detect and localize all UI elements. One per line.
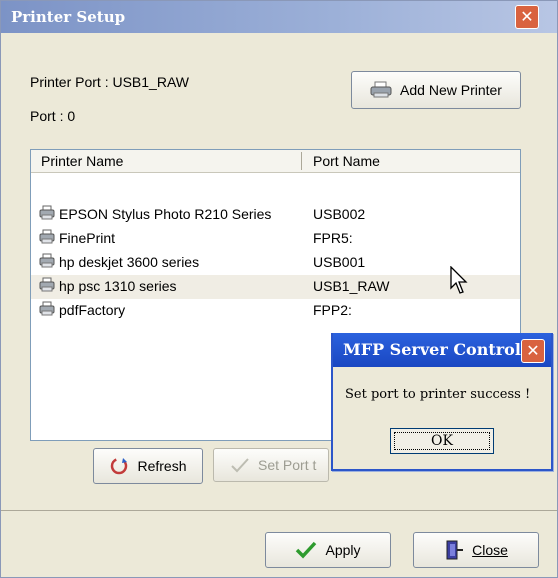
- port-name-cell: FPP2:: [313, 302, 352, 318]
- mouse-pointer-icon: [450, 266, 468, 294]
- printer-name-cell: EPSON Stylus Photo R210 Series: [59, 206, 272, 222]
- ok-button[interactable]: OK: [390, 428, 494, 454]
- printer-icon: [39, 205, 55, 220]
- printer-port-label: Printer Port : USB1_RAW: [30, 74, 189, 90]
- title-bar[interactable]: Printer Setup ✕: [1, 1, 557, 33]
- divider: [1, 510, 557, 511]
- set-port-button[interactable]: Set Port t: [213, 448, 329, 482]
- printer-icon: [39, 229, 55, 244]
- set-port-label: Set Port t: [258, 457, 317, 473]
- table-row[interactable]: hp psc 1310 series USB1_RAW: [31, 275, 520, 299]
- apply-button[interactable]: Apply: [265, 532, 391, 568]
- table-row[interactable]: hp deskjet 3600 series USB001: [31, 251, 520, 275]
- printer-name-cell: hp psc 1310 series: [59, 278, 177, 294]
- printer-icon: [370, 81, 392, 98]
- table-row[interactable]: EPSON Stylus Photo R210 Series USB002: [31, 203, 520, 227]
- table-row[interactable]: FinePrint FPR5:: [31, 227, 520, 251]
- list-header: Printer Name Port Name: [31, 150, 520, 173]
- message-box-title-bar[interactable]: MFP Server Control... ✕: [333, 333, 551, 367]
- message-text: Set port to printer success !: [345, 387, 531, 402]
- close-icon[interactable]: ✕: [521, 339, 545, 363]
- message-box-title: MFP Server Control...: [343, 340, 538, 359]
- close-button[interactable]: Close: [413, 532, 539, 568]
- printer-icon: [39, 277, 55, 292]
- printer-name-cell: FinePrint: [59, 230, 116, 246]
- column-printer-name[interactable]: Printer Name: [41, 153, 123, 169]
- port-label: Port : 0: [30, 108, 76, 124]
- refresh-label: Refresh: [137, 458, 187, 474]
- add-new-printer-label: Add New Printer: [400, 82, 502, 98]
- port-name-cell: USB1_RAW: [313, 278, 390, 294]
- printer-name-cell: pdfFactory: [59, 302, 126, 318]
- refresh-button[interactable]: Refresh: [93, 448, 203, 484]
- printer-icon: [39, 253, 55, 268]
- column-port-name[interactable]: Port Name: [313, 153, 380, 169]
- checkmark-icon: [231, 458, 249, 473]
- printer-setup-window: Printer Setup ✕ Printer Port : USB1_RAW …: [0, 0, 558, 578]
- refresh-icon: [111, 457, 128, 475]
- checkmark-icon: [296, 541, 317, 559]
- message-box: MFP Server Control... ✕ Set port to prin…: [331, 333, 553, 471]
- close-label: Close: [472, 542, 508, 558]
- printer-icon: [39, 301, 55, 316]
- window-title: Printer Setup: [11, 8, 126, 26]
- exit-door-icon: [446, 540, 464, 560]
- port-name-cell: USB002: [313, 206, 366, 222]
- table-row[interactable]: pdfFactory FPP2:: [31, 299, 520, 323]
- ok-label: OK: [431, 433, 453, 449]
- port-name-cell: USB001: [313, 254, 366, 270]
- apply-label: Apply: [325, 542, 361, 558]
- add-new-printer-button[interactable]: Add New Printer: [351, 71, 521, 109]
- port-name-cell: FPR5:: [313, 230, 353, 246]
- printer-name-cell: hp deskjet 3600 series: [59, 254, 200, 270]
- close-icon[interactable]: ✕: [515, 5, 539, 29]
